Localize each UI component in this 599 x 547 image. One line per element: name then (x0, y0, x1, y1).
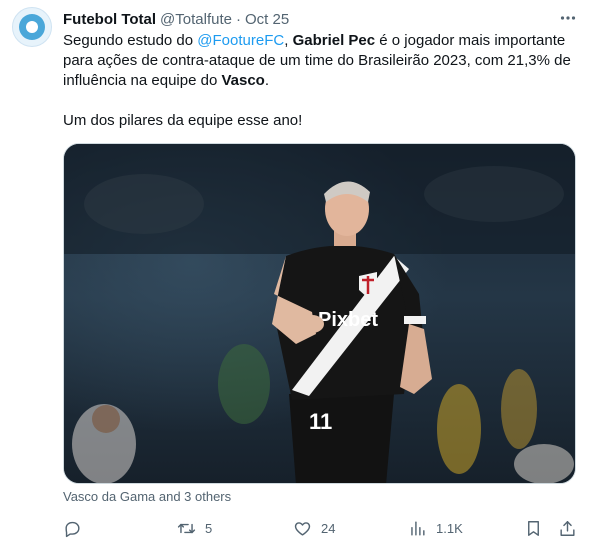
more-horizontal-icon (560, 16, 576, 20)
text-comma: , (284, 32, 293, 49)
player-photo: 11 Pixbet (64, 144, 575, 483)
avatar[interactable] (12, 7, 52, 47)
retweet-button[interactable]: 5 (177, 514, 212, 542)
bookmark-button[interactable] (524, 514, 543, 542)
player-name: Gabriel Pec (292, 32, 376, 49)
text-period: . (264, 72, 270, 89)
separator-dot: · (235, 10, 241, 28)
tweet-date[interactable]: Oct 25 (245, 11, 289, 28)
like-button[interactable]: 24 (293, 514, 335, 542)
team-name: Vasco (221, 72, 265, 89)
author-name[interactable]: Futebol Total (63, 11, 156, 28)
tweet-actions: 5 24 1.1K (0, 514, 599, 542)
share-icon (560, 520, 575, 536)
views-chart-icon (411, 520, 425, 536)
tweet-card: Futebol Total @Totalfute · Oct 25 Segund… (0, 0, 599, 547)
tweet-header: Futebol Total @Totalfute · Oct 25 (63, 9, 289, 29)
views-button[interactable]: 1.1K (408, 514, 463, 542)
tweet-text: Segundo estudo do @FootureFC, Gabriel Pe… (63, 31, 588, 131)
reply-button[interactable] (63, 514, 82, 542)
more-options-button[interactable] (558, 8, 578, 28)
like-count: 24 (321, 520, 336, 536)
football-logo-icon (19, 14, 45, 40)
tweet-photo[interactable]: 11 Pixbet (63, 143, 576, 484)
share-button[interactable] (558, 514, 577, 542)
reply-icon (65, 521, 80, 537)
bookmark-icon (528, 520, 539, 536)
heart-icon (294, 521, 311, 536)
author-handle[interactable]: @Totalfute (160, 11, 232, 28)
text-intro: Segundo estudo do (63, 32, 198, 49)
tagged-users-link[interactable]: Vasco da Gama and 3 others (63, 489, 231, 504)
retweet-icon (177, 523, 196, 533)
retweet-count: 5 (205, 520, 213, 536)
text-second-line: Um dos pilares da equipe esse ano! (63, 112, 303, 129)
svg-text:11: 11 (309, 409, 332, 434)
mention-link[interactable]: @FootureFC (197, 32, 284, 49)
jersey-sponsor: Pixbet (318, 309, 378, 331)
views-count: 1.1K (436, 520, 463, 536)
